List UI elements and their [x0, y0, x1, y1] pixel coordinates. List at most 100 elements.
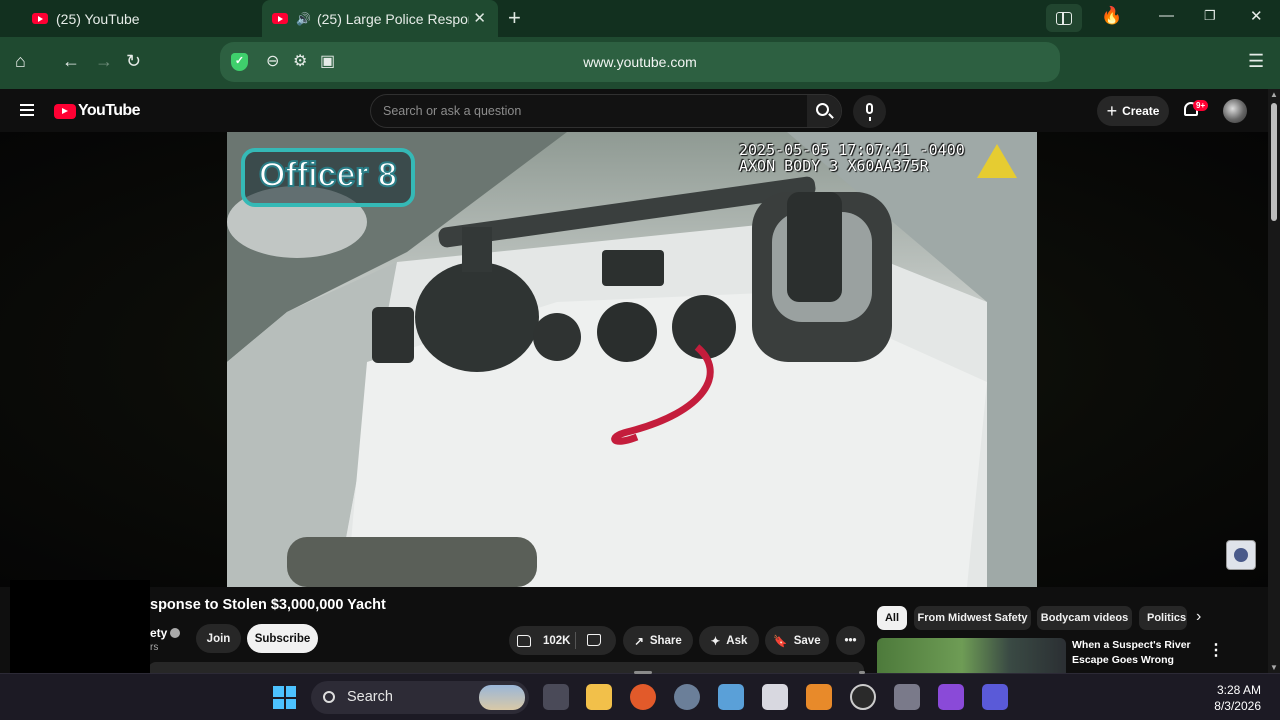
search-input[interactable]: Search or ask a question [370, 94, 842, 128]
chevron-right-icon[interactable]: › [1196, 608, 1201, 626]
taskbar-search-label: Search [347, 689, 393, 705]
video-title: sponse to Stolen $3,000,000 Yacht [150, 597, 386, 613]
url-text[interactable]: www.youtube.com [220, 54, 1060, 70]
restore-button[interactable]: ❐ [1204, 8, 1216, 24]
scroll-down-arrow-icon[interactable]: ▼ [1270, 663, 1278, 672]
browser-toolbar: ⌂ ← → ↻ ✓ ⊖ ⚙ ▣ www.youtube.com ☰ [0, 37, 1280, 89]
calculator-icon[interactable] [894, 684, 920, 710]
avatar[interactable] [1223, 99, 1247, 123]
search-placeholder: Search or ask a question [383, 104, 522, 118]
recommendation-thumbnail[interactable] [877, 638, 1066, 674]
channel-name-text: ety [150, 626, 168, 640]
system-clock[interactable]: 3:28 AM 8/3/2026 [1206, 682, 1261, 714]
chip-from-channel[interactable]: From Midwest Safety [914, 606, 1031, 630]
obs-icon[interactable] [850, 684, 876, 710]
youtube-favicon-icon [272, 13, 288, 24]
like-divider [575, 632, 576, 649]
join-button[interactable]: Join [196, 624, 241, 653]
windows-start-icon[interactable] [273, 686, 296, 709]
fl-studio-icon[interactable] [806, 684, 832, 710]
scrollbar-thumb[interactable] [1271, 103, 1277, 221]
notification-badge: 9+ [1193, 100, 1209, 111]
like-count: 102K [543, 634, 571, 647]
forward-icon[interactable]: → [95, 51, 113, 72]
taskbar-search[interactable]: Search [311, 681, 529, 714]
subscriber-count: rs [150, 642, 159, 653]
flame-icon[interactable]: 🔥 [1101, 6, 1122, 26]
reload-icon[interactable]: ↻ [126, 51, 141, 72]
create-button[interactable]: + Create [1097, 96, 1169, 126]
settings-icon[interactable] [674, 684, 700, 710]
channel-name[interactable]: ety [150, 626, 181, 640]
address-bar[interactable]: ✓ ⊖ ⚙ ▣ www.youtube.com [220, 42, 1060, 82]
browser-menu-icon[interactable]: ☰ [1248, 51, 1264, 72]
snipping-tool-icon[interactable] [762, 684, 788, 710]
active-app-indicator [634, 671, 652, 674]
sidebar-icon [1056, 11, 1072, 25]
share-label: Share [649, 634, 682, 647]
speaker-icon[interactable]: 🔊 [296, 12, 311, 26]
more-actions-button[interactable]: ••• [836, 626, 865, 655]
browser-tab-strip: (25) YouTube 🔊 (25) Large Police Respons… [0, 0, 1280, 37]
tab-youtube[interactable]: (25) YouTube [0, 0, 258, 37]
tab-police-response[interactable]: 🔊 (25) Large Police Response ✕ [262, 0, 498, 37]
search-button[interactable] [807, 95, 841, 127]
youtube-logo[interactable]: YouTube [54, 102, 140, 120]
tab-title: (25) Large Police Response [316, 10, 469, 27]
microphone-icon [866, 103, 873, 121]
share-icon: ↗ [634, 635, 644, 648]
bookmark-icon: 🔖 [773, 635, 788, 648]
taskbar: Search 3:28 AM 8/3/2026 [0, 673, 1280, 720]
chip-all[interactable]: All [877, 606, 907, 630]
page-scrollbar[interactable]: ▲ ▼ [1268, 89, 1280, 673]
recommendation-title[interactable]: When a Suspect's River Escape Goes Wrong [1072, 638, 1196, 668]
back-icon[interactable]: ← [62, 51, 80, 72]
video-player[interactable]: Officer 8 2025-05-05 17:07:41 -0400 AXON… [227, 132, 1037, 587]
clock-time: 3:28 AM [1216, 683, 1261, 697]
search-highlight-image [479, 685, 525, 710]
sidebar-toggle-button[interactable] [1046, 4, 1082, 32]
thumbs-down-icon[interactable] [587, 634, 601, 646]
share-button[interactable]: ↗ Share [623, 626, 693, 655]
scroll-up-arrow-icon[interactable]: ▲ [1270, 90, 1278, 99]
new-tab-button[interactable]: + [508, 5, 521, 31]
save-button[interactable]: 🔖 Save [765, 626, 829, 655]
like-button[interactable]: 102K [509, 626, 616, 655]
save-label: Save [793, 634, 821, 647]
channel-watermark-icon[interactable] [1226, 540, 1256, 570]
app-icon[interactable] [982, 684, 1008, 710]
clock-date: 8/3/2026 [1214, 699, 1261, 713]
create-label: Create [1122, 104, 1160, 118]
file-explorer-icon[interactable] [586, 684, 612, 710]
youtube-favicon-icon [32, 13, 48, 24]
hamburger-menu-icon[interactable] [20, 104, 34, 116]
bodycam-timestamp: 2025-05-05 17:07:41 -0400 AXON BODY 3 X6… [739, 142, 965, 174]
youtube-logo-icon [54, 103, 76, 119]
sparkle-icon: ✦ [710, 635, 721, 648]
home-icon[interactable]: ⌂ [15, 51, 26, 72]
verified-icon [170, 628, 181, 638]
subscribe-button[interactable]: Subscribe [247, 624, 318, 653]
youtube-logo-text: YouTube [78, 102, 140, 119]
chip-bodycam-videos[interactable]: Bodycam videos [1037, 606, 1132, 630]
tab-title: (25) YouTube [56, 10, 140, 27]
officer-overlay-label: Officer 8 [241, 148, 415, 207]
youtube-header: YouTube Search or ask a question + Creat… [0, 89, 1268, 132]
notepad-icon[interactable] [718, 684, 744, 710]
duckduckgo-browser-icon[interactable] [630, 684, 656, 710]
close-tab-icon[interactable]: ✕ [473, 9, 486, 27]
chip-politics[interactable]: Politics [1139, 606, 1187, 630]
ask-button[interactable]: ✦ Ask [699, 626, 759, 655]
bodycam-device-id: AXON BODY 3 X60AA375R [739, 157, 929, 175]
thumbs-up-icon [517, 634, 531, 647]
close-window-button[interactable]: ✕ [1250, 7, 1263, 25]
axon-logo-icon [977, 144, 1017, 178]
task-view-icon[interactable] [543, 684, 569, 710]
ask-label: Ask [726, 634, 748, 647]
search-icon [816, 103, 829, 116]
kebab-menu-icon[interactable]: ⋮ [1208, 640, 1224, 660]
minimize-button[interactable]: — [1159, 7, 1174, 24]
running-app-indicator [859, 671, 865, 674]
clipchamp-icon[interactable] [938, 684, 964, 710]
voice-search-button[interactable] [853, 95, 886, 128]
